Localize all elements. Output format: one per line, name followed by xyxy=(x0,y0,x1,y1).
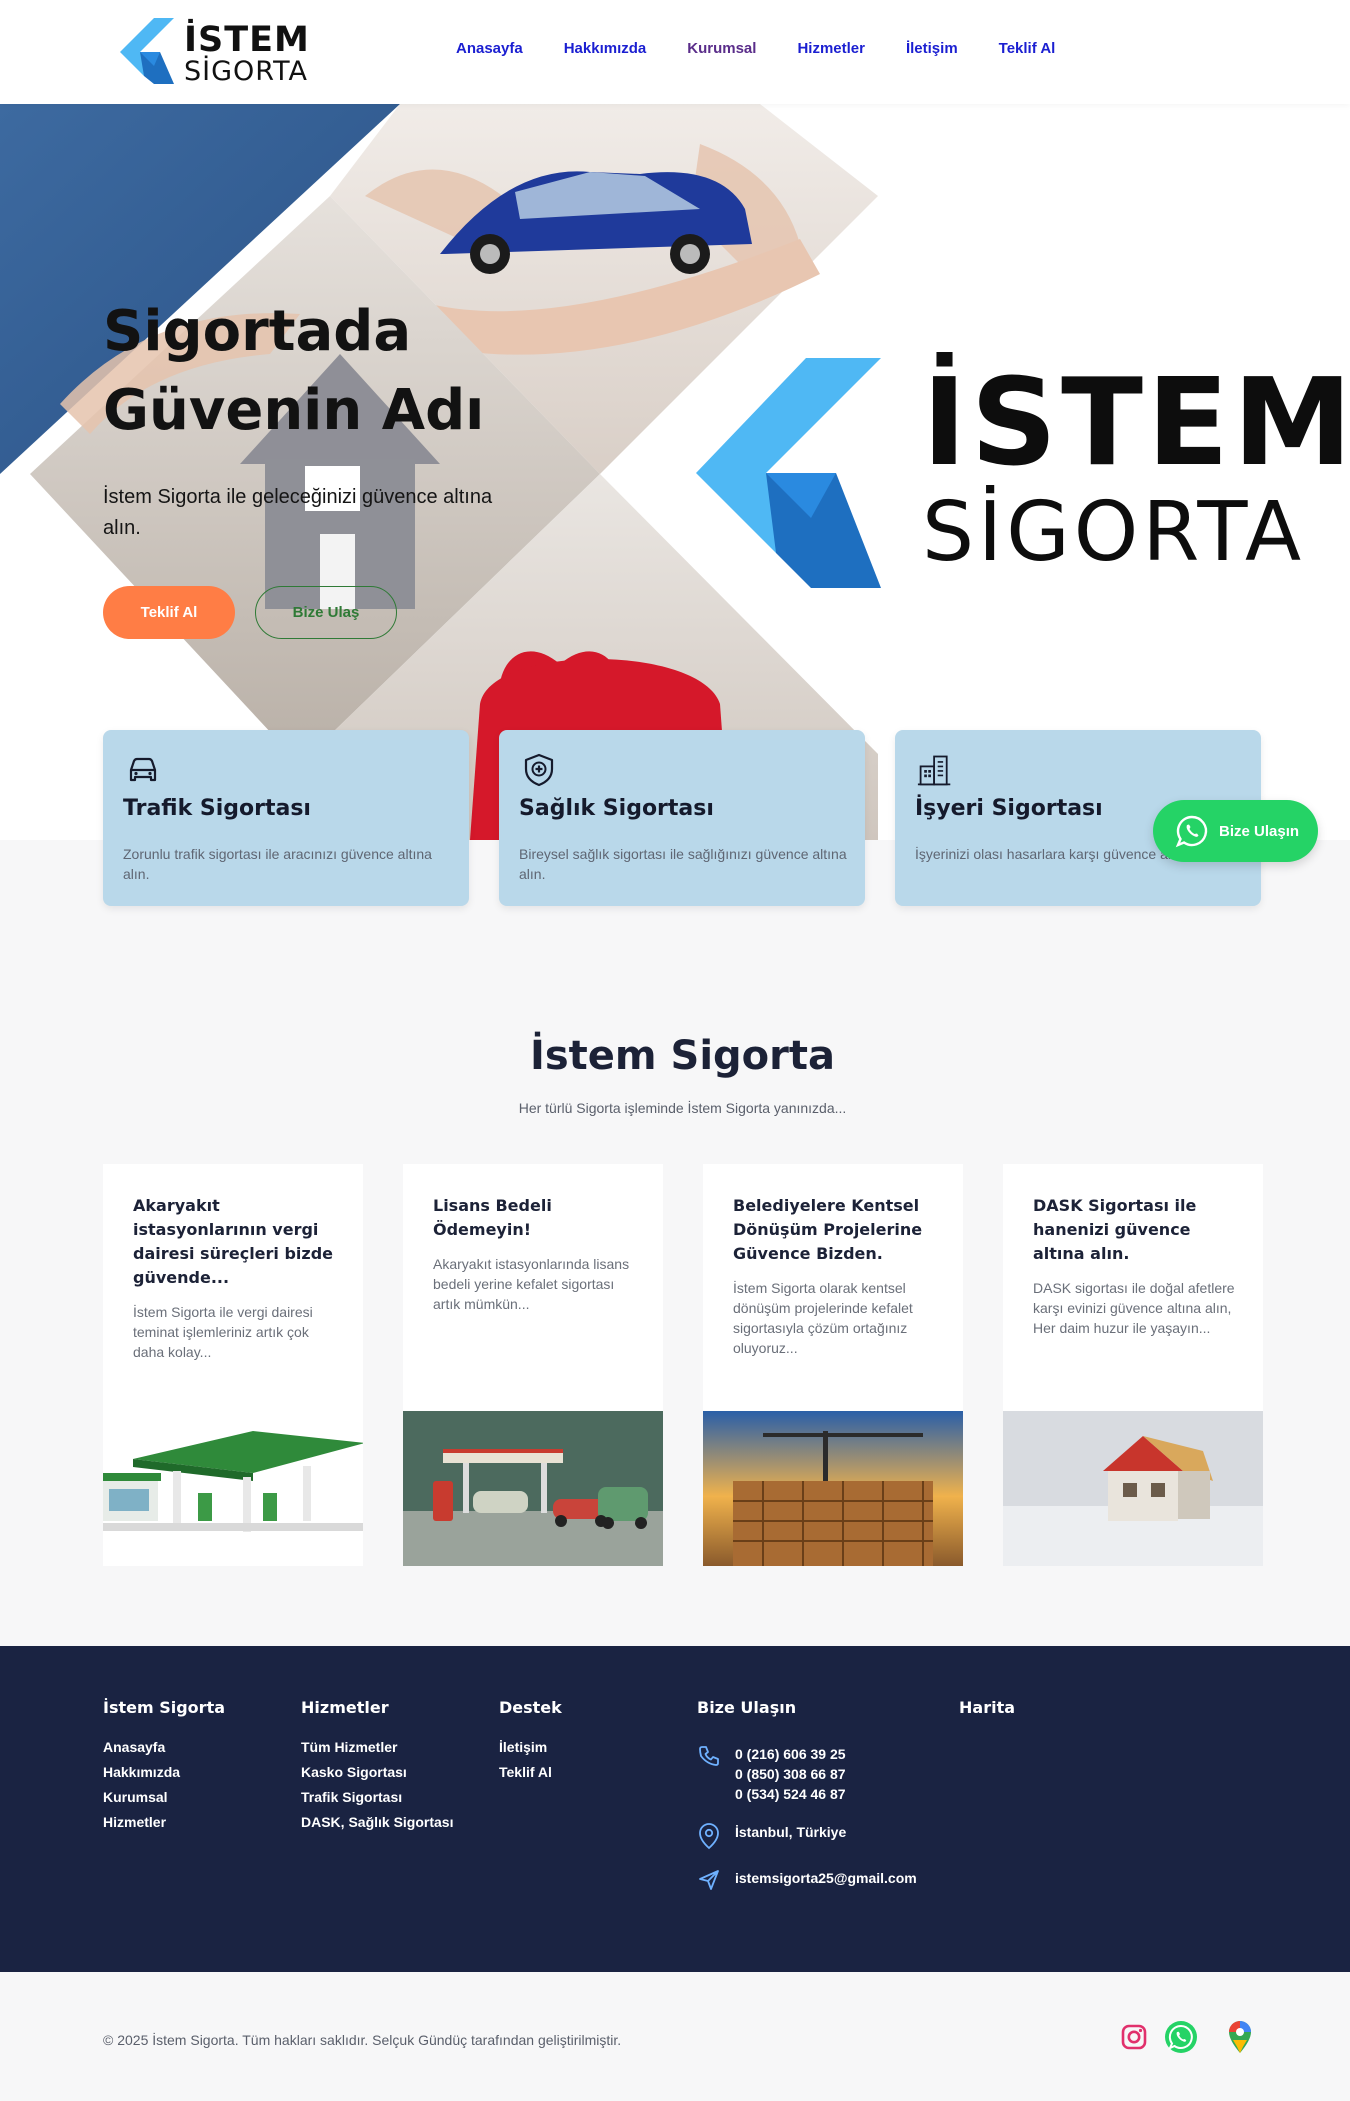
post-title: Belediyelere Kentsel Dönüşüm Projelerine… xyxy=(733,1196,923,1263)
logo-mark-icon xyxy=(120,18,174,84)
footer-col-brand: İstem Sigorta Anasayfa Hakkımızda Kurums… xyxy=(103,1698,225,1839)
location-pin-icon xyxy=(699,1823,719,1850)
contact-us-button[interactable]: Bize Ulaş xyxy=(255,586,397,639)
footer-link-trafik[interactable]: Trafik Sigortası xyxy=(301,1789,453,1805)
hero-logo-text-line1: İSTEM xyxy=(922,354,1350,493)
service-title: İşyeri Sigortası xyxy=(915,796,1103,821)
hero-logo-text-line2: SİGORTA xyxy=(922,485,1306,580)
logo-text-line2: SİGORTA xyxy=(184,56,308,87)
footer-link-hakkimizda[interactable]: Hakkımızda xyxy=(103,1764,225,1780)
footer-link-anasayfa[interactable]: Anasayfa xyxy=(103,1739,225,1755)
service-description: Zorunlu trafik sigortası ile aracınızı g… xyxy=(123,846,432,882)
building-icon xyxy=(917,755,951,786)
nav-item-anasayfa[interactable]: Anasayfa xyxy=(456,40,523,57)
footer-link-kurumsal[interactable]: Kurumsal xyxy=(103,1789,225,1805)
whatsapp-icon xyxy=(1175,815,1208,848)
main-nav: Anasayfa Hakkımızda Kurumsal Hizmetler İ… xyxy=(456,40,1055,57)
post-image-house-model xyxy=(1003,1411,1263,1566)
post-image-construction xyxy=(703,1411,963,1566)
footer-email: istemsigorta25@gmail.com xyxy=(697,1868,917,1892)
section-title: İstem Sigorta xyxy=(529,1033,836,1079)
footer-col-title: Destek xyxy=(499,1698,562,1717)
footer-link-teklif-al[interactable]: Teklif Al xyxy=(499,1764,562,1780)
copyright-text: © 2025 İstem Sigorta. Tüm hakları saklıd… xyxy=(103,2032,622,2048)
post-card[interactable]: Akaryakıt istasyonlarının vergi dairesi … xyxy=(103,1164,363,1566)
instagram-icon[interactable] xyxy=(1115,2018,1153,2056)
footer-phone[interactable]: 0 (534) 524 46 87 xyxy=(735,1784,846,1804)
section-subtitle: Her türlü Sigorta işleminde İstem Sigort… xyxy=(518,1100,847,1116)
nav-item-teklif-al[interactable]: Teklif Al xyxy=(999,40,1056,57)
bottom-bar: © 2025 İstem Sigorta. Tüm hakları saklıd… xyxy=(0,1972,1350,2101)
post-image-gas-station xyxy=(103,1411,363,1566)
nav-item-hizmetler[interactable]: Hizmetler xyxy=(797,40,865,57)
footer-link-dask-saglik[interactable]: DASK, Sağlık Sigortası xyxy=(301,1814,453,1830)
post-title: Akaryakıt istasyonlarının vergi dairesi … xyxy=(133,1196,334,1287)
send-icon xyxy=(699,1870,719,1890)
post-title: Lisans Bedeli Ödemeyin! xyxy=(433,1196,552,1239)
hero-brand-logo: İSTEM SİGORTA xyxy=(690,358,1350,598)
nav-item-iletisim[interactable]: İletişim xyxy=(906,40,958,57)
nav-item-hakkimizda[interactable]: Hakkımızda xyxy=(564,40,647,57)
post-excerpt: İstem Sigorta ile vergi dairesi teminat … xyxy=(133,1304,313,1360)
footer-location-text: İstanbul, Türkiye xyxy=(735,1824,847,1840)
footer-link-hizmetler[interactable]: Hizmetler xyxy=(103,1814,225,1830)
site-header: İSTEM SİGORTA Anasayfa Hakkımızda Kurums… xyxy=(0,0,1350,104)
post-excerpt: Akaryakıt istasyonlarında lisans bedeli … xyxy=(433,1256,630,1312)
shield-health-icon xyxy=(524,753,554,787)
footer-col-contact: Bize Ulaşın 0 (216) 606 39 25 0 (850) 30… xyxy=(697,1698,937,1918)
post-card[interactable]: DASK Sigortası ile hanenizi güvence altı… xyxy=(1003,1164,1263,1566)
footer-col-services: Hizmetler Tüm Hizmetler Kasko Sigortası … xyxy=(301,1698,453,1839)
post-card[interactable]: Belediyelere Kentsel Dönüşüm Projelerine… xyxy=(703,1164,963,1566)
footer-phones: 0 (216) 606 39 25 0 (850) 308 66 87 0 (5… xyxy=(697,1744,846,1804)
hero-title-line1: Sigortada xyxy=(103,299,412,364)
nav-item-kurumsal[interactable]: Kurumsal xyxy=(687,40,756,57)
service-description: Bireysel sağlık sigortası ile sağlığınız… xyxy=(519,846,847,882)
service-title: Trafik Sigortası xyxy=(123,796,311,821)
google-maps-icon[interactable] xyxy=(1221,2018,1259,2056)
footer-col-map: Harita xyxy=(959,1698,1015,1739)
service-title: Sağlık Sigortası xyxy=(519,796,714,821)
post-excerpt: İstem Sigorta olarak kentsel dönüşüm pro… xyxy=(733,1280,913,1356)
post-title: DASK Sigortası ile hanenizi güvence altı… xyxy=(1033,1196,1197,1263)
hero-title-line2: Güvenin Adı xyxy=(103,378,485,443)
whatsapp-button-label: Bize Ulaşın xyxy=(1219,822,1300,840)
hero-subtitle: İstem Sigorta ile geleceğinizi güvence a… xyxy=(103,486,493,539)
footer-col-support: Destek İletişim Teklif Al xyxy=(499,1698,562,1789)
hero-logo-mark-icon xyxy=(696,358,881,588)
service-card-saglik[interactable]: Sağlık Sigortası Bireysel sağlık sigorta… xyxy=(499,730,865,906)
footer-link-iletisim[interactable]: İletişim xyxy=(499,1739,562,1755)
post-excerpt: DASK sigortası ile doğal afetlere karşı … xyxy=(1033,1280,1235,1336)
footer-phone[interactable]: 0 (216) 606 39 25 xyxy=(735,1744,846,1764)
get-quote-button[interactable]: Teklif Al xyxy=(103,586,235,639)
footer-phone[interactable]: 0 (850) 308 66 87 xyxy=(735,1764,846,1784)
whatsapp-icon[interactable] xyxy=(1162,2018,1200,2056)
footer-email-link[interactable]: istemsigorta25@gmail.com xyxy=(735,1868,917,1892)
car-icon xyxy=(129,757,157,782)
service-card-trafik[interactable]: Trafik Sigortası Zorunlu trafik sigortas… xyxy=(103,730,469,906)
footer-col-title: İstem Sigorta xyxy=(103,1698,226,1717)
footer-col-title: Harita xyxy=(959,1698,1016,1717)
whatsapp-contact-button[interactable]: Bize Ulaşın xyxy=(1153,800,1318,862)
site-logo[interactable]: İSTEM SİGORTA xyxy=(120,18,309,87)
footer-link-tum-hizmetler[interactable]: Tüm Hizmetler xyxy=(301,1739,453,1755)
site-footer: İstem Sigorta Anasayfa Hakkımızda Kurums… xyxy=(0,1646,1350,1972)
footer-location: İstanbul, Türkiye xyxy=(697,1822,846,1850)
phone-icon xyxy=(699,1746,719,1766)
hero-title: Sigortada Güvenin Adı xyxy=(103,292,623,450)
footer-col-title: Bize Ulaşın xyxy=(697,1698,797,1717)
logo-text-line1: İSTEM xyxy=(184,20,310,60)
post-card[interactable]: Lisans Bedeli Ödemeyin! Akaryakıt istasy… xyxy=(403,1164,663,1566)
footer-link-kasko[interactable]: Kasko Sigortası xyxy=(301,1764,453,1780)
post-image-retro-gas-station xyxy=(403,1411,663,1566)
footer-col-title: Hizmetler xyxy=(301,1698,389,1717)
